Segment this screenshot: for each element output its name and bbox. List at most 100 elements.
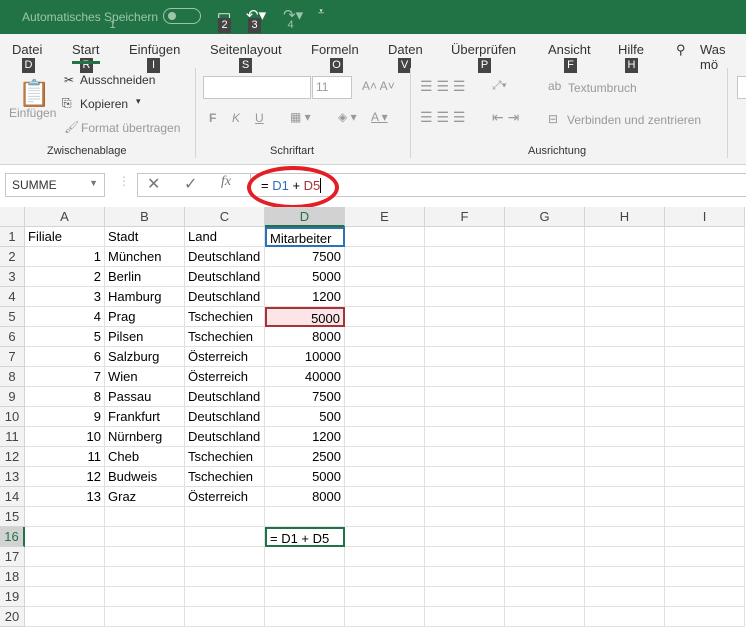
- cell-B3[interactable]: Berlin: [105, 267, 185, 287]
- row-header[interactable]: 6: [0, 327, 25, 347]
- cell-D18[interactable]: [265, 567, 345, 587]
- cell-B14[interactable]: Graz: [105, 487, 185, 507]
- cell-I7[interactable]: [665, 347, 745, 367]
- cell-E9[interactable]: [345, 387, 425, 407]
- cell-I15[interactable]: [665, 507, 745, 527]
- cell-H14[interactable]: [585, 487, 665, 507]
- cell-G17[interactable]: [505, 547, 585, 567]
- cell-G12[interactable]: [505, 447, 585, 467]
- cell-G13[interactable]: [505, 467, 585, 487]
- cell-A8[interactable]: 7: [25, 367, 105, 387]
- cell-B15[interactable]: [105, 507, 185, 527]
- cell-E19[interactable]: [345, 587, 425, 607]
- row-header[interactable]: 16: [0, 527, 25, 547]
- cell-E13[interactable]: [345, 467, 425, 487]
- cell-I14[interactable]: [665, 487, 745, 507]
- column-header-H[interactable]: H: [585, 207, 665, 227]
- cell-G11[interactable]: [505, 427, 585, 447]
- tab-0[interactable]: Datei: [12, 42, 42, 57]
- tab-2[interactable]: Einfügen: [129, 42, 180, 57]
- column-header-B[interactable]: B: [105, 207, 185, 227]
- cell-E4[interactable]: [345, 287, 425, 307]
- cell-F2[interactable]: [425, 247, 505, 267]
- align-left-icon[interactable]: ☰ ☰ ☰: [420, 109, 465, 126]
- cell-H2[interactable]: [585, 247, 665, 267]
- cell-I19[interactable]: [665, 587, 745, 607]
- cell-H12[interactable]: [585, 447, 665, 467]
- cell-G6[interactable]: [505, 327, 585, 347]
- cell-H10[interactable]: [585, 407, 665, 427]
- orientation-icon[interactable]: ⤢▾: [492, 78, 507, 93]
- cell-I6[interactable]: [665, 327, 745, 347]
- cell-D15[interactable]: [265, 507, 345, 527]
- cell-C13[interactable]: Tschechien: [185, 467, 265, 487]
- cell-C18[interactable]: [185, 567, 265, 587]
- tab-6[interactable]: Überprüfen: [451, 42, 516, 57]
- cell-I3[interactable]: [665, 267, 745, 287]
- cell-F9[interactable]: [425, 387, 505, 407]
- cell-F12[interactable]: [425, 447, 505, 467]
- row-header[interactable]: 5: [0, 307, 25, 327]
- row-header[interactable]: 4: [0, 287, 25, 307]
- cell-A6[interactable]: 5: [25, 327, 105, 347]
- cell-C12[interactable]: Tschechien: [185, 447, 265, 467]
- cell-B6[interactable]: Pilsen: [105, 327, 185, 347]
- font-size-select[interactable]: 11: [312, 76, 352, 99]
- cell-I2[interactable]: [665, 247, 745, 267]
- cell-I12[interactable]: [665, 447, 745, 467]
- cell-G5[interactable]: [505, 307, 585, 327]
- cell-A12[interactable]: 11: [25, 447, 105, 467]
- row-header[interactable]: 3: [0, 267, 25, 287]
- cell-A4[interactable]: 3: [25, 287, 105, 307]
- cell-F3[interactable]: [425, 267, 505, 287]
- indent-icon[interactable]: ⇤ ⇥: [492, 109, 519, 126]
- cell-H3[interactable]: [585, 267, 665, 287]
- cell-D8[interactable]: 40000: [265, 367, 345, 387]
- cut-button[interactable]: Ausschneiden: [80, 73, 155, 87]
- row-header[interactable]: 7: [0, 347, 25, 367]
- search-icon[interactable]: ⚲: [676, 42, 686, 58]
- cell-I4[interactable]: [665, 287, 745, 307]
- cell-D4[interactable]: 1200: [265, 287, 345, 307]
- cell-F20[interactable]: [425, 607, 505, 627]
- cell-E12[interactable]: [345, 447, 425, 467]
- tab-7[interactable]: Ansicht: [548, 42, 591, 57]
- cell-D12[interactable]: 2500: [265, 447, 345, 467]
- cell-A19[interactable]: [25, 587, 105, 607]
- cell-H17[interactable]: [585, 547, 665, 567]
- cell-D10[interactable]: 500: [265, 407, 345, 427]
- cell-E8[interactable]: [345, 367, 425, 387]
- cell-C6[interactable]: Tschechien: [185, 327, 265, 347]
- cell-E3[interactable]: [345, 267, 425, 287]
- autosave-toggle[interactable]: [163, 8, 201, 24]
- cell-G2[interactable]: [505, 247, 585, 267]
- cell-E17[interactable]: [345, 547, 425, 567]
- cell-B12[interactable]: Cheb: [105, 447, 185, 467]
- cell-A13[interactable]: 12: [25, 467, 105, 487]
- cell-A14[interactable]: 13: [25, 487, 105, 507]
- cell-B9[interactable]: Passau: [105, 387, 185, 407]
- cell-D13[interactable]: 5000: [265, 467, 345, 487]
- cell-B20[interactable]: [105, 607, 185, 627]
- cell-A3[interactable]: 2: [25, 267, 105, 287]
- copy-button[interactable]: Kopieren: [80, 97, 128, 111]
- cell-C5[interactable]: Tschechien: [185, 307, 265, 327]
- row-header[interactable]: 2: [0, 247, 25, 267]
- format-painter-icon[interactable]: 🖌: [64, 120, 79, 134]
- cell-F8[interactable]: [425, 367, 505, 387]
- font-color-icon[interactable]: A ▾: [371, 110, 388, 124]
- cell-C15[interactable]: [185, 507, 265, 527]
- cell-H20[interactable]: [585, 607, 665, 627]
- cell-H7[interactable]: [585, 347, 665, 367]
- cell-G10[interactable]: [505, 407, 585, 427]
- cell-E10[interactable]: [345, 407, 425, 427]
- cell-I8[interactable]: [665, 367, 745, 387]
- cell-G8[interactable]: [505, 367, 585, 387]
- underline-button[interactable]: U: [255, 111, 264, 125]
- tab-5[interactable]: Daten: [388, 42, 423, 57]
- cell-F6[interactable]: [425, 327, 505, 347]
- cell-H1[interactable]: [585, 227, 665, 247]
- cell-B5[interactable]: Prag: [105, 307, 185, 327]
- column-header-E[interactable]: E: [345, 207, 425, 227]
- borders-icon[interactable]: ▦ ▾: [290, 110, 311, 124]
